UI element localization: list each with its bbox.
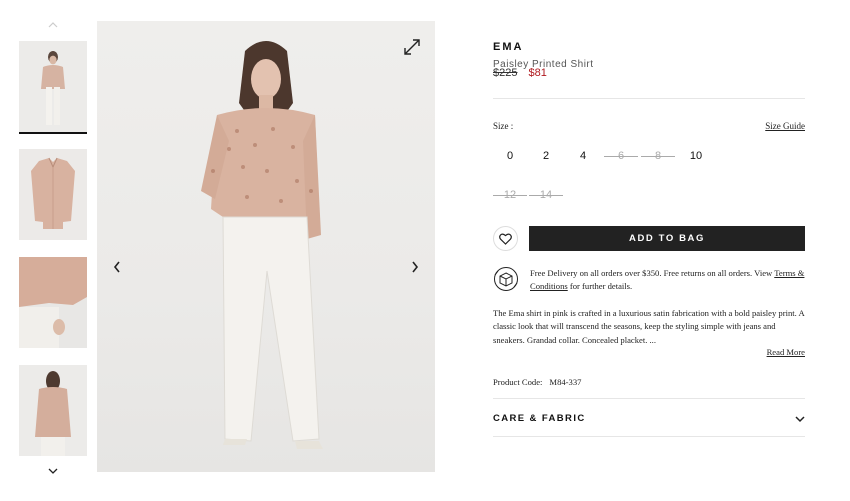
size-label: Size : xyxy=(493,121,514,131)
product-code-label: Product Code: xyxy=(493,377,543,387)
care-fabric-label: CARE & FABRIC xyxy=(493,413,586,424)
product-code: Product Code: M84-337 xyxy=(493,377,581,387)
size-option[interactable]: 0 xyxy=(493,147,527,165)
thumbnail-scroll-up-icon[interactable] xyxy=(19,18,87,32)
divider xyxy=(493,436,805,437)
expand-image-icon[interactable] xyxy=(402,37,422,57)
brand-name: EMA xyxy=(493,41,524,53)
model-photo xyxy=(201,41,323,449)
delivery-text-end: for further details. xyxy=(567,281,633,291)
product-code-value: M84-337 xyxy=(549,377,582,387)
read-more-link[interactable]: Read More xyxy=(767,347,805,357)
divider xyxy=(493,98,805,99)
thumbnail-3-detail[interactable] xyxy=(19,257,87,348)
product-description: The Ema shirt in pink is crafted in a lu… xyxy=(493,308,805,345)
price-block: $225 $81 xyxy=(493,67,547,79)
size-option[interactable]: 2 xyxy=(529,147,563,165)
delivery-box-icon xyxy=(493,266,519,292)
size-guide-link[interactable]: Size Guide xyxy=(765,121,805,131)
thumbnail-gallery xyxy=(19,18,87,498)
size-option[interactable]: 4 xyxy=(566,147,600,165)
delivery-info: Free Delivery on all orders over $350. F… xyxy=(530,267,806,293)
add-to-bag-button[interactable]: ADD TO BAG xyxy=(529,226,805,251)
divider xyxy=(493,398,805,399)
thumbnail-2-shirt-flat[interactable] xyxy=(19,149,87,240)
thumbnail-1-full-look[interactable] xyxy=(19,41,87,134)
thumbnail-4-back-view[interactable] xyxy=(19,365,87,456)
size-option-unavailable: 8 xyxy=(641,147,675,165)
wishlist-heart-icon[interactable] xyxy=(493,226,518,251)
size-option-unavailable: 14 xyxy=(529,186,563,204)
size-option[interactable]: 10 xyxy=(679,147,713,165)
next-image-arrow-icon[interactable] xyxy=(407,257,423,277)
main-product-image xyxy=(97,21,435,472)
care-fabric-accordion[interactable]: CARE & FABRIC xyxy=(493,412,805,426)
thumbnail-scroll-down-icon[interactable] xyxy=(19,464,87,478)
size-option-unavailable: 12 xyxy=(493,186,527,204)
previous-image-arrow-icon[interactable] xyxy=(109,257,125,277)
size-option-unavailable: 6 xyxy=(604,147,638,165)
sale-price: $81 xyxy=(528,67,547,79)
chevron-down-icon xyxy=(795,416,805,423)
original-price: $225 xyxy=(493,67,518,79)
delivery-text: Free Delivery on all orders over $350. F… xyxy=(530,268,775,278)
